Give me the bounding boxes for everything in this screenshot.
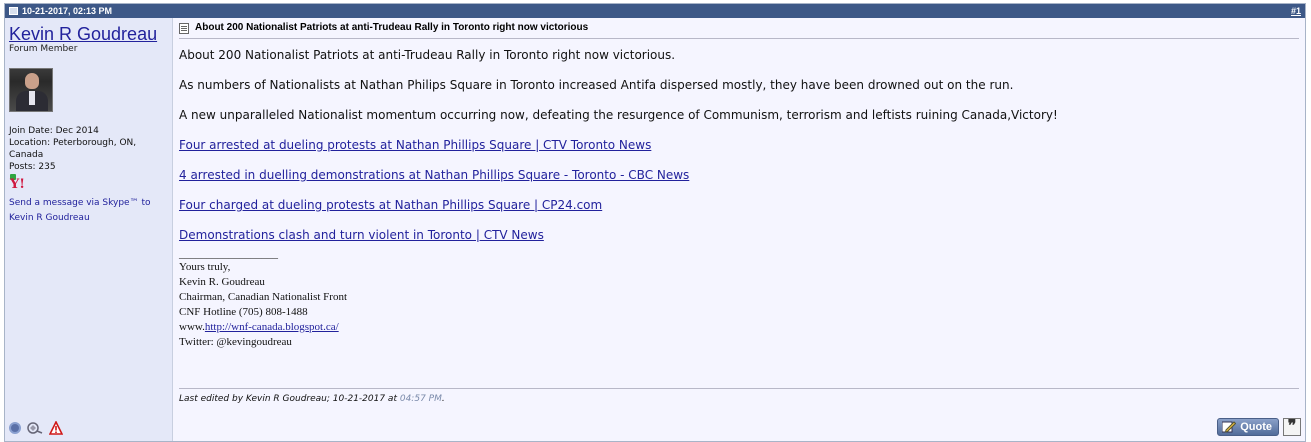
offline-status-icon bbox=[9, 422, 21, 434]
signature-line: www.http://wnf-canada.blogspot.ca/ bbox=[179, 320, 1299, 335]
skype-message-link[interactable]: Send a message via Skype™ to Kevin R Gou… bbox=[9, 198, 151, 223]
edited-prefix: Last edited by Kevin R Goudreau; 10-21-2… bbox=[179, 394, 397, 404]
news-link-cbc[interactable]: 4 arrested in duelling demonstrations at… bbox=[179, 168, 689, 182]
join-date: Join Date: Dec 2014 bbox=[9, 126, 99, 136]
body-paragraph: A new unparalleled Nationalist momentum … bbox=[179, 108, 1058, 122]
news-link-cp24[interactable]: Four charged at dueling protests at Nath… bbox=[179, 198, 602, 212]
avatar[interactable] bbox=[9, 68, 53, 112]
body-paragraph: As numbers of Nationalists at Nathan Phi… bbox=[179, 78, 1014, 92]
multiquote-button[interactable]: ❞ bbox=[1283, 418, 1301, 436]
username-link[interactable]: Kevin R Goudreau bbox=[9, 24, 168, 44]
signature-line: Twitter: @kevingoudreau bbox=[179, 336, 292, 348]
post-actions: Quote ❞ bbox=[1217, 418, 1301, 436]
edited-suffix: . bbox=[441, 394, 445, 404]
document-icon bbox=[179, 22, 189, 34]
post-title-text: About 200 Nationalist Patriots at anti-T… bbox=[195, 22, 589, 33]
body-paragraph: About 200 Nationalist Patriots at anti-T… bbox=[179, 48, 676, 62]
pencil-icon bbox=[1222, 421, 1237, 433]
post-content: About 200 Nationalist Patriots at anti-T… bbox=[174, 18, 1305, 441]
quote-button[interactable]: Quote bbox=[1217, 418, 1279, 436]
news-link-ctv[interactable]: Four arrested at dueling protests at Nat… bbox=[179, 138, 651, 152]
location: Location: Peterborough, ON, Canada bbox=[9, 138, 137, 160]
signature-separator: __________________ bbox=[179, 248, 278, 260]
www-prefix: www. bbox=[179, 321, 205, 333]
skype-status[interactable]: Y! bbox=[9, 174, 168, 194]
post-header: 10-21-2017, 02:13 PM #1 bbox=[5, 4, 1305, 18]
report-post-icon[interactable] bbox=[26, 421, 44, 435]
post-count: Posts: 235 bbox=[9, 162, 56, 172]
edited-time: 04:57 PM bbox=[399, 394, 442, 404]
yahoo-icon: Y! bbox=[10, 177, 25, 192]
last-edited-note: Last edited by Kevin R Goudreau; 10-21-2… bbox=[179, 388, 1299, 404]
post-title: About 200 Nationalist Patriots at anti-T… bbox=[179, 18, 1299, 39]
user-info: Join Date: Dec 2014 Location: Peterborou… bbox=[9, 125, 168, 173]
signature-line: CNF Hotline (705) 808-1488 bbox=[179, 306, 308, 318]
post-icon bbox=[9, 7, 18, 15]
signature: __________________ Yours truly, Kevin R.… bbox=[179, 248, 1299, 350]
signature-line: Kevin R. Goudreau bbox=[179, 276, 265, 288]
signature-line: Yours truly, bbox=[179, 261, 231, 273]
user-sidebar: Kevin R Goudreau Forum Member Join Date:… bbox=[5, 18, 173, 441]
user-title: Forum Member bbox=[9, 44, 78, 54]
post-body: About 200 Nationalist Patriots at anti-T… bbox=[179, 48, 1299, 243]
post-status-icons bbox=[9, 421, 63, 435]
post-date: 10-21-2017, 02:13 PM bbox=[22, 6, 113, 16]
quote-label: Quote bbox=[1240, 421, 1272, 433]
warning-icon[interactable] bbox=[49, 421, 63, 435]
post-number-link[interactable]: #1 bbox=[1291, 6, 1301, 16]
blog-link[interactable]: http://wnf-canada.blogspot.ca/ bbox=[205, 321, 339, 333]
news-link-ctv-2[interactable]: Demonstrations clash and turn violent in… bbox=[179, 228, 544, 242]
forum-post: 10-21-2017, 02:13 PM #1 Kevin R Goudreau… bbox=[4, 3, 1306, 442]
signature-line: Chairman, Canadian Nationalist Front bbox=[179, 291, 348, 303]
